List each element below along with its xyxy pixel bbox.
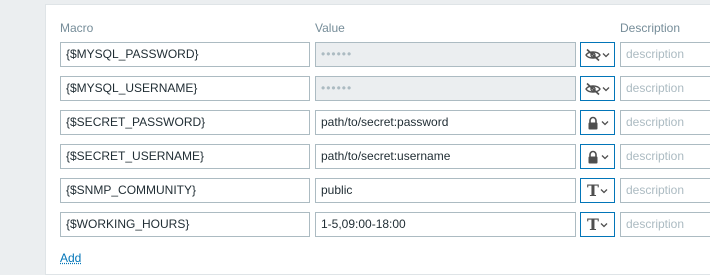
macro-value-input[interactable]: public <box>315 178 576 203</box>
macro-row: {$MYSQL_USERNAME} •••••• description <box>0 76 710 101</box>
eye-slash-icon <box>585 82 601 96</box>
value-type-dropdown[interactable] <box>580 76 615 101</box>
add-macro-link[interactable]: Add <box>60 251 81 265</box>
macro-description-input[interactable]: description <box>620 110 710 135</box>
value-type-dropdown[interactable]: T <box>580 212 615 237</box>
macro-name-input[interactable]: {$MYSQL_USERNAME} <box>60 76 310 101</box>
macro-row: {$SNMP_COMMUNITY} public T description <box>0 178 710 203</box>
macro-value-input[interactable]: •••••• <box>315 42 576 67</box>
macro-name-input[interactable]: {$MYSQL_PASSWORD} <box>60 42 310 67</box>
macro-row: {$WORKING_HOURS} 1-5,09:00-18:00 T descr… <box>0 212 710 237</box>
value-type-dropdown[interactable]: T <box>580 178 615 203</box>
macro-name-input[interactable]: {$SNMP_COMMUNITY} <box>60 178 310 203</box>
macro-name-input[interactable]: {$SECRET_PASSWORD} <box>60 110 310 135</box>
macro-description-input[interactable]: description <box>620 178 710 203</box>
macro-row: {$SECRET_USERNAME} path/to/secret:userna… <box>0 144 710 169</box>
macro-description-input[interactable]: description <box>620 76 710 101</box>
macro-description-input[interactable]: description <box>620 212 710 237</box>
text-t-icon: T <box>587 214 599 234</box>
chevron-down-icon <box>602 52 610 58</box>
value-type-dropdown[interactable] <box>580 110 615 135</box>
macro-row: {$MYSQL_PASSWORD} •••••• description <box>0 42 710 67</box>
header-description: Description <box>620 21 681 35</box>
macro-name-input[interactable]: {$SECRET_USERNAME} <box>60 144 310 169</box>
chevron-down-icon <box>602 86 610 92</box>
header-macro: Macro <box>60 21 94 35</box>
header-value: Value <box>315 21 345 35</box>
value-type-dropdown[interactable] <box>580 42 615 67</box>
chevron-down-icon <box>600 222 608 228</box>
eye-slash-icon <box>585 48 601 62</box>
macro-value-input[interactable]: 1-5,09:00-18:00 <box>315 212 576 237</box>
macro-description-input[interactable]: description <box>620 42 710 67</box>
lock-icon <box>586 116 600 130</box>
value-type-dropdown[interactable] <box>580 144 615 169</box>
chevron-down-icon <box>600 188 608 194</box>
macro-value-input[interactable]: •••••• <box>315 76 576 101</box>
macro-row: {$SECRET_PASSWORD} path/to/secret:passwo… <box>0 110 710 135</box>
macro-value-input[interactable]: path/to/secret:password <box>315 110 576 135</box>
text-t-icon: T <box>587 180 599 200</box>
macro-value-input[interactable]: path/to/secret:username <box>315 144 576 169</box>
lock-icon <box>586 150 600 164</box>
macro-name-input[interactable]: {$WORKING_HOURS} <box>60 212 310 237</box>
chevron-down-icon <box>601 154 609 160</box>
chevron-down-icon <box>601 120 609 126</box>
macro-description-input[interactable]: description <box>620 144 710 169</box>
